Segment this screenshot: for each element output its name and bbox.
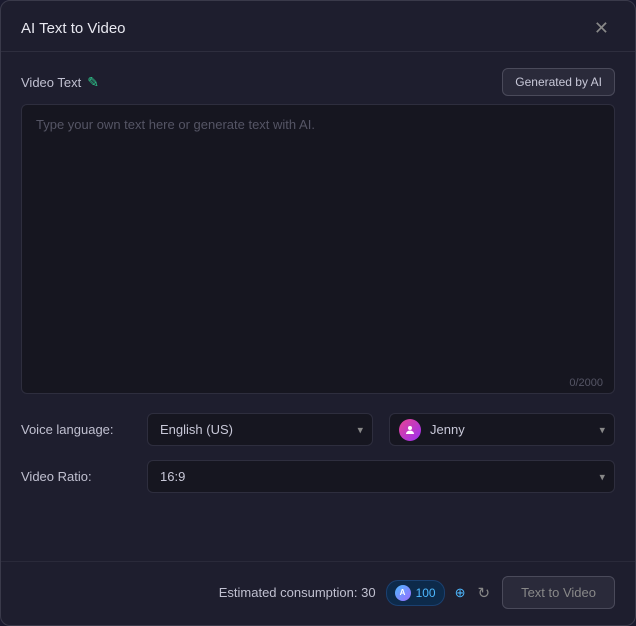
- refresh-button[interactable]: ↻: [476, 582, 493, 604]
- generated-by-ai-button[interactable]: Generated by AI: [502, 68, 615, 96]
- voice-select[interactable]: Jenny Aria Guy Davis: [389, 413, 615, 446]
- ai-credit-badge: A 100: [386, 580, 445, 606]
- text-area-wrapper: 0/2000: [21, 104, 615, 399]
- video-ratio-row: Video Ratio: 16:9 9:16 1:1 4:3 ▾: [21, 460, 615, 493]
- edit-icon[interactable]: ✎: [87, 74, 99, 91]
- dialog-title: AI Text to Video: [21, 20, 126, 37]
- video-text-header: Video Text ✎ Generated by AI: [21, 68, 615, 96]
- video-ratio-label: Video Ratio:: [21, 469, 131, 484]
- estimated-consumption-value: 30: [361, 585, 375, 600]
- video-ratio-select-wrapper: 16:9 9:16 1:1 4:3 ▾: [147, 460, 615, 493]
- add-credits-icon[interactable]: ⊕: [455, 585, 466, 601]
- dialog-body: Video Text ✎ Generated by AI 0/2000 Voic…: [1, 52, 635, 557]
- estimated-consumption-label: Estimated consumption: 30: [219, 585, 376, 600]
- footer-divider: [1, 561, 635, 562]
- video-text-section: Video Text ✎ Generated by AI 0/2000: [21, 68, 615, 399]
- ai-credit-value: 100: [416, 586, 436, 600]
- video-ratio-select[interactable]: 16:9 9:16 1:1 4:3: [147, 460, 615, 493]
- voice-select-outer-wrapper: Jenny Aria Guy Davis ▾: [389, 413, 615, 446]
- text-to-video-button[interactable]: Text to Video: [502, 576, 615, 609]
- footer-row: Estimated consumption: 30 A 100 ⊕ ↻ Text…: [1, 566, 635, 625]
- ai-badge-icon: A: [395, 585, 411, 601]
- voice-language-select-wrapper: English (US) English (UK) Spanish French…: [147, 413, 373, 446]
- ai-text-to-video-dialog: AI Text to Video ✕ Video Text ✎ Generate…: [0, 0, 636, 626]
- video-text-input[interactable]: [21, 104, 615, 394]
- video-text-label-text: Video Text: [21, 75, 81, 90]
- voice-language-label: Voice language:: [21, 422, 131, 437]
- char-count: 0/2000: [569, 377, 603, 389]
- voice-language-row: Voice language: English (US) English (UK…: [21, 413, 615, 446]
- voice-language-select[interactable]: English (US) English (UK) Spanish French…: [147, 413, 373, 446]
- close-button[interactable]: ✕: [588, 17, 615, 39]
- dialog-header: AI Text to Video ✕: [1, 1, 635, 52]
- video-text-label: Video Text ✎: [21, 74, 99, 91]
